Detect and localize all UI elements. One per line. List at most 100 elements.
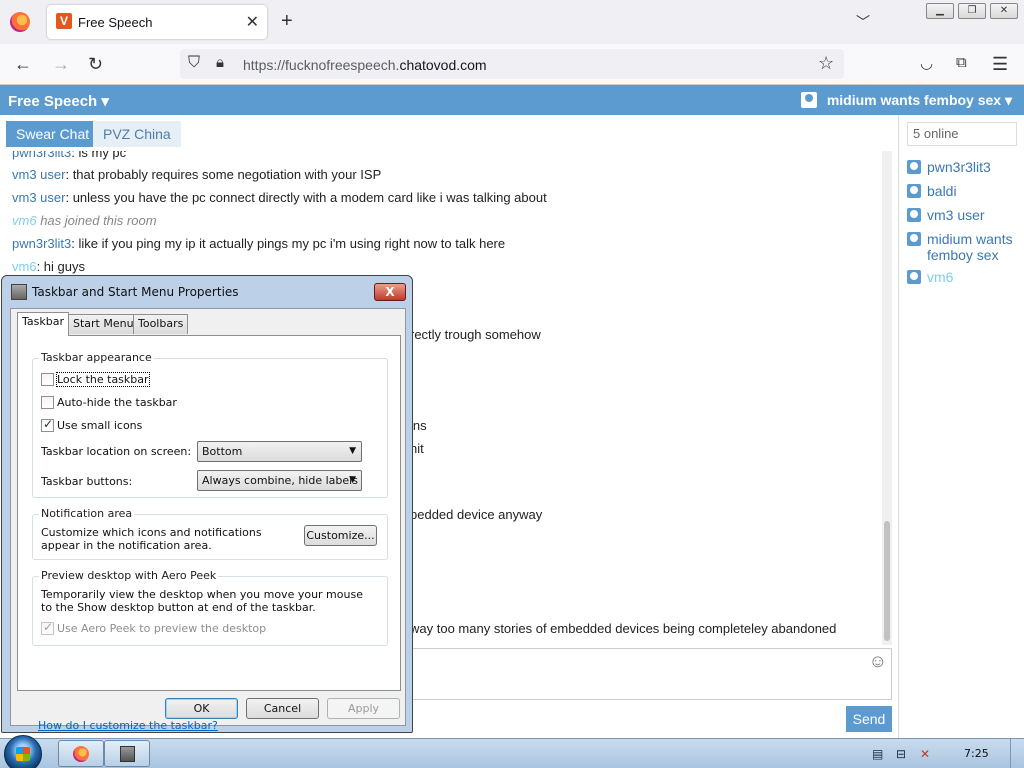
close-tab-icon[interactable]: ✕ [246,12,259,32]
message-item: pwn3r3lit3: is my pc [12,151,127,160]
browser-nav-bar: ← → ↻ ⛉ 🔒︎ https://fucknofreespeech.chat… [0,44,1024,85]
user-icon [907,270,921,284]
tab-toolbars[interactable]: Toolbars [133,314,189,334]
tab-taskbar[interactable]: Taskbar [17,312,69,336]
aero-peek-description: Temporarily view the desktop when you mo… [41,588,363,614]
extensions-icon[interactable]: ⧉ [956,54,967,71]
aero-peek-label[interactable]: Use Aero Peek to preview the desktop [57,622,266,635]
notification-description: Customize which icons and notifications … [41,526,262,552]
close-window-button[interactable]: ✕ [990,3,1018,19]
taskbar-clock[interactable]: 7:25 [964,747,989,760]
document-tray-icon[interactable]: ▤ [872,747,883,761]
location-select[interactable]: Bottom ▼ [197,441,362,462]
message-item: vm3 user: that probably requires some ne… [12,167,382,182]
small-icons-label[interactable]: Use small icons [57,419,142,432]
control-panel-icon [120,746,135,762]
taskbar-appearance-group: Taskbar appearance Lock the taskbar Auto… [32,351,388,498]
minimize-window-button[interactable]: ▁ [926,3,954,19]
dropdown-arrow-icon: ▼ [349,475,356,485]
browser-tab-bar: V Free Speech ✕ + ﹀ ▁ ❐ ✕ [0,0,1024,44]
url-bar[interactable]: ⛉ 🔒︎ https://fucknofreespeech.chatovod.c… [180,49,844,79]
new-tab-button[interactable]: + [281,10,293,33]
lock-taskbar-checkbox[interactable] [41,373,54,386]
user-list-item[interactable]: baldi [907,183,1023,199]
room-tab-swear-chat[interactable]: Swear Chat [6,121,100,147]
reload-icon[interactable]: ↻ [88,54,103,75]
dropdown-arrow-icon: ▼ [349,446,356,456]
autohide-checkbox[interactable] [41,396,54,409]
user-icon [907,160,921,174]
buttons-label: Taskbar buttons: [41,475,133,488]
aero-peek-checkbox[interactable] [41,620,54,635]
tab-start-menu[interactable]: Start Menu [68,314,139,334]
chat-header: Free Speech ▾ midium wants femboy sex ▾ [0,85,1024,115]
site-favicon-icon: V [56,13,72,29]
group-title: Notification area [39,507,135,520]
dialog-body: Taskbar Start Menu Toolbars Taskbar appe… [10,308,406,732]
user-list-item[interactable]: vm6 [907,269,1023,285]
network-tray-icon[interactable]: ⊟ [896,747,906,761]
user-list-item[interactable]: vm3 user [907,207,1023,223]
ok-button[interactable]: OK [165,698,238,719]
user-icon [907,208,921,222]
help-link[interactable]: How do I customize the taskbar? [38,719,218,732]
room-tab-pvz-china[interactable]: PVZ China [93,121,181,147]
taskbar-tab-page: Taskbar appearance Lock the taskbar Auto… [17,335,401,732]
lock-taskbar-label[interactable]: Lock the taskbar [56,372,150,387]
back-arrow-icon[interactable]: ← [14,54,32,75]
notification-area-group: Notification area Customize which icons … [32,507,388,560]
shield-icon[interactable]: ⛉ [188,54,200,72]
room-menu-button[interactable]: Free Speech ▾ [8,92,109,110]
message-fragment: bedded device anyway [410,507,543,522]
taskbar-control-panel-button[interactable] [104,740,150,767]
online-count: 5 online [907,122,1017,146]
small-icons-checkbox[interactable] [41,417,54,432]
volume-muted-tray-icon[interactable]: ✕ [920,747,930,761]
cancel-button[interactable]: Cancel [246,698,319,719]
taskbar-firefox-button[interactable] [58,740,104,767]
user-icon [907,184,921,198]
taskbar-properties-dialog: Taskbar and Start Menu Properties X Task… [1,275,413,733]
message-item: pwn3r3lit3: like if you ping my ip it ac… [12,236,506,251]
customize-button[interactable]: Customize... [304,525,377,546]
chat-scrollbar[interactable] [882,151,892,645]
show-desktop-button[interactable] [1010,739,1024,768]
send-button[interactable]: Send [846,706,892,732]
user-icon [907,232,921,246]
message-item: vm6: hi guys [12,259,85,274]
tab-free-speech[interactable]: V Free Speech ✕ [47,5,267,39]
url-text[interactable]: https://fucknofreespeech.chatovod.com [243,57,487,73]
user-list-sidebar: 5 online pwn3r3lit3 baldi vm3 user midiu… [898,115,1024,738]
dialog-close-button[interactable]: X [374,283,406,301]
autohide-label[interactable]: Auto-hide the taskbar [57,396,177,409]
bookmark-star-icon[interactable]: ☆ [818,53,834,74]
chat-scrollbar-thumb[interactable] [884,521,890,641]
emoji-icon[interactable]: ☺ [869,651,887,672]
message-fragment: way too many stories of embedded devices… [410,621,837,636]
start-button[interactable] [4,735,42,768]
lock-icon[interactable]: 🔒︎ [216,54,224,71]
user-menu-button[interactable]: midium wants femboy sex ▾ [800,92,1012,109]
user-list-item[interactable]: pwn3r3lit3 [907,159,1023,175]
taskbar-buttons-select[interactable]: Always combine, hide labels ▼ [197,470,362,491]
taskbar-properties-icon [11,284,27,300]
room-tabs: Swear Chat PVZ China [0,115,898,151]
user-icon [800,92,817,108]
apply-button[interactable]: Apply [327,698,400,719]
group-title: Taskbar appearance [39,351,154,364]
join-notice: vm6 has joined this room [12,213,157,228]
message-input[interactable]: ☺ [412,648,892,700]
user-list-item[interactable]: midium wants femboy sex [907,231,1023,263]
message-item: vm3 user: unless you have the pc connect… [12,190,547,205]
forward-arrow-icon[interactable]: → [52,54,70,75]
restore-window-button[interactable]: ❐ [958,3,986,19]
windows-taskbar: ▤ ⊟ ✕ 7:25 [0,735,1024,768]
menu-hamburger-icon[interactable]: ☰ [992,54,1008,75]
dialog-title: Taskbar and Start Menu Properties [32,285,239,299]
tab-list-chevron-icon[interactable]: ﹀ [856,12,870,32]
message-fragment: rectly trough somehow [410,327,541,342]
location-label: Taskbar location on screen: [41,445,192,458]
firefox-icon[interactable] [10,12,30,32]
pocket-icon[interactable]: ◡ [920,54,933,72]
tab-title: Free Speech [78,15,153,30]
